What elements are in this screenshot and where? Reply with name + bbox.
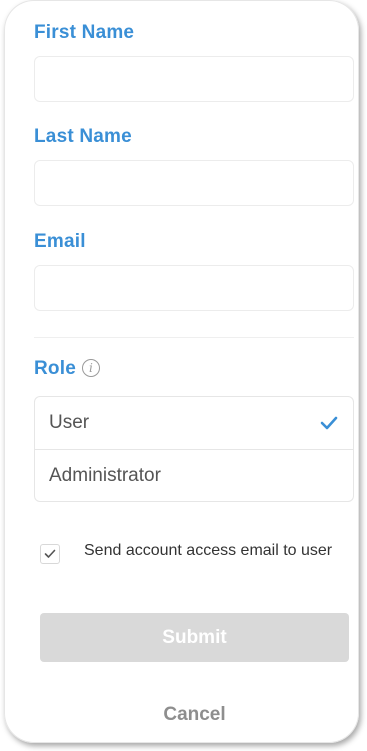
checkmark-icon — [320, 416, 338, 430]
send-email-label: Send account access email to user — [84, 542, 333, 559]
last-name-input[interactable] — [34, 160, 354, 206]
role-option-label: User — [49, 412, 90, 433]
first-name-label: First Name — [34, 22, 135, 43]
cancel-button[interactable]: Cancel — [40, 700, 349, 730]
role-selector: User Administrator — [34, 396, 354, 502]
first-name-input[interactable] — [34, 56, 354, 102]
info-icon[interactable]: i — [81, 359, 100, 377]
submit-button[interactable]: Submit — [40, 613, 349, 662]
add-user-form: First Name Last Name Email Role i User Ad… — [4, 0, 359, 743]
role-option-administrator[interactable]: Administrator — [35, 449, 353, 501]
email-input[interactable] — [34, 265, 354, 311]
divider — [34, 337, 354, 338]
role-option-label: Administrator — [49, 465, 161, 486]
email-label: Email — [34, 231, 86, 252]
checkmark-icon — [44, 549, 56, 558]
role-label: Role — [34, 358, 76, 379]
send-email-checkbox[interactable] — [40, 544, 60, 564]
last-name-label: Last Name — [34, 126, 132, 147]
role-option-user[interactable]: User — [35, 397, 353, 449]
role-label-row: Role i — [34, 358, 100, 380]
